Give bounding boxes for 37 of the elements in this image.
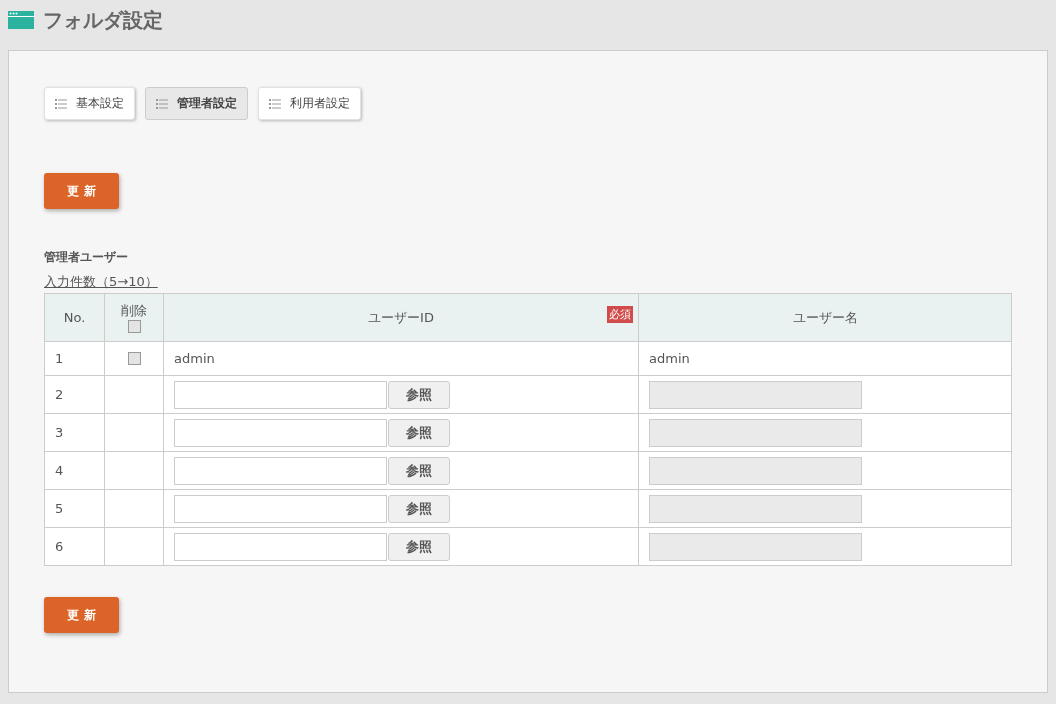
browse-button[interactable]: 参照 [388,456,450,485]
user-id-field[interactable] [174,456,387,485]
select-all-checkbox[interactable] [127,320,141,333]
list-icon [269,98,281,109]
tab[interactable]: 管理者設定 [145,87,248,120]
column-header: ユーザー名 [792,309,858,325]
browse-button[interactable]: 参照 [388,380,450,409]
browse-button[interactable]: 参照 [388,418,450,447]
list-icon [156,98,168,109]
row-number: 4 [55,463,64,478]
row-number: 2 [55,387,64,402]
list-icon [55,98,67,109]
count-link[interactable]: 入力件数（5→10） [44,273,158,291]
row-number: 5 [55,501,64,516]
tab[interactable]: 利用者設定 [258,87,361,120]
column-header: No. [63,310,86,325]
update-button[interactable]: 更 新 [44,173,119,209]
user-id-field[interactable] [174,532,387,561]
browse-button[interactable]: 参照 [388,532,450,561]
column-header: ユーザーID [368,309,434,325]
row-number: 6 [55,539,64,554]
window-icon [8,11,34,29]
user-id-field[interactable] [174,418,387,447]
row-number: 3 [55,425,64,440]
section-title: 管理者ユーザー [44,249,129,266]
delete-checkbox[interactable] [127,352,141,365]
row-number: 1 [55,351,64,366]
user-name: admin [649,351,690,366]
user-id-field[interactable] [174,494,387,523]
tab[interactable]: 基本設定 [44,87,135,120]
required-badge: 必須 [607,306,633,323]
column-header: 削除 [120,302,148,320]
user-id: admin [174,351,215,366]
user-id-field[interactable] [174,380,387,409]
page-title: フォルダ設定 [43,6,163,34]
browse-button[interactable]: 参照 [388,494,450,523]
update-button[interactable]: 更 新 [44,597,119,633]
